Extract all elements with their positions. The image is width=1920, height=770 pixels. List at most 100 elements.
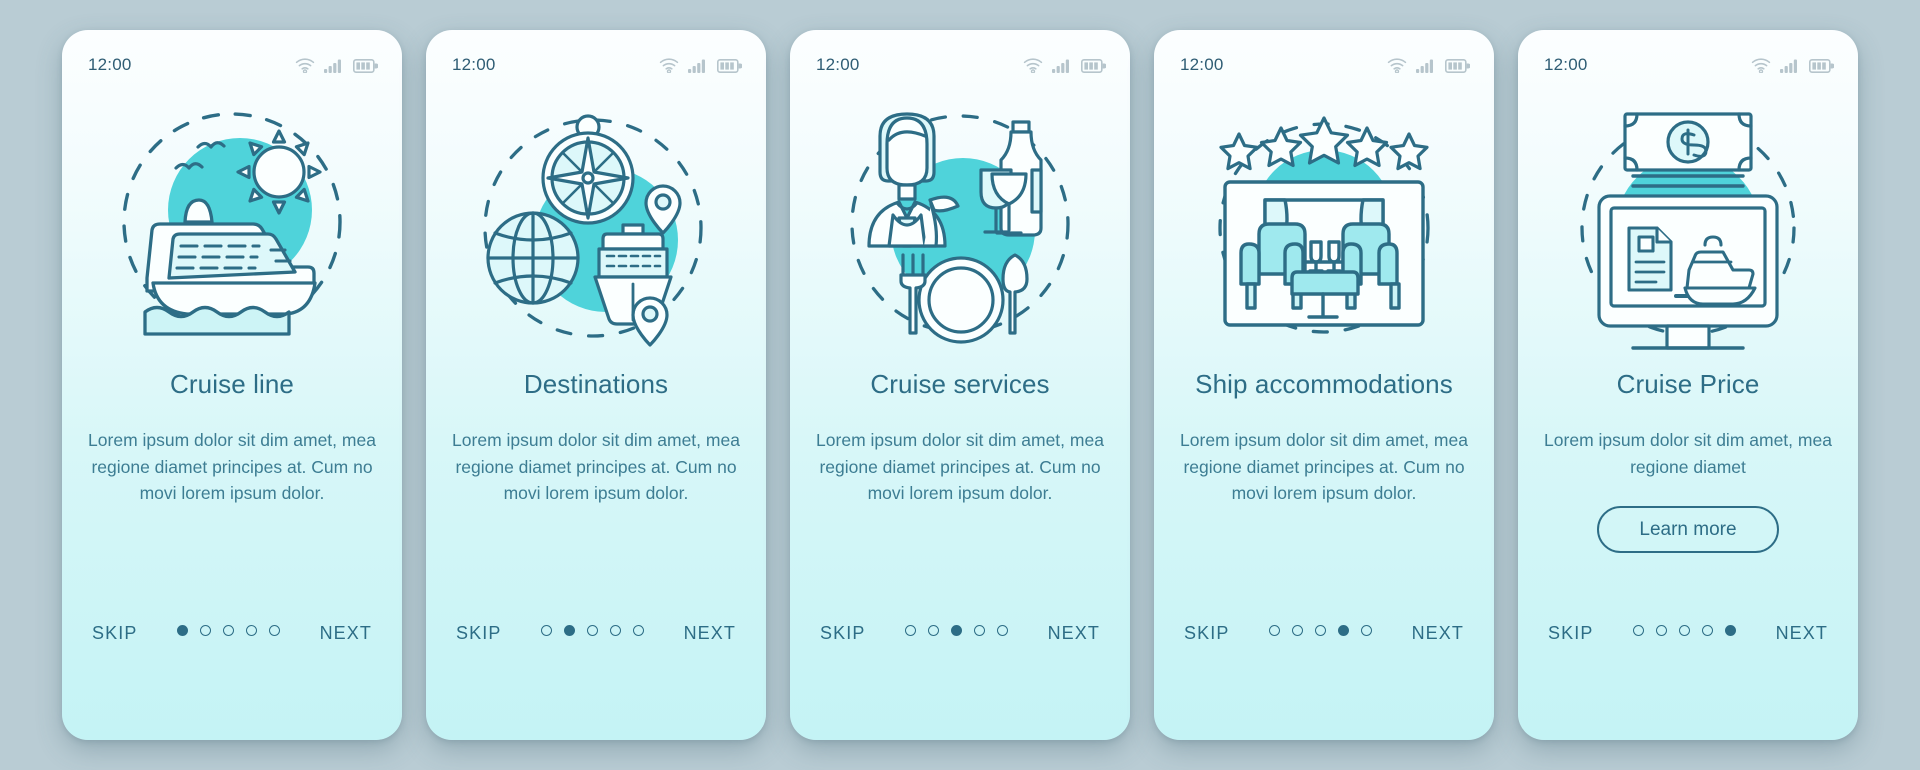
pagination-dot[interactable] xyxy=(997,625,1008,636)
pagination-dot[interactable] xyxy=(974,625,985,636)
pagination-dot[interactable] xyxy=(1679,625,1690,636)
onboarding-screen-destinations: 12:00 Destinations Lorem ipsum dolor sit… xyxy=(426,30,766,740)
battery-icon xyxy=(717,58,742,73)
status-bar-icons xyxy=(1023,57,1106,73)
pagination-dot[interactable] xyxy=(1633,625,1644,636)
screen-copy: Cruise Price Lorem ipsum dolor sit dim a… xyxy=(1518,362,1858,608)
pagination-dot[interactable] xyxy=(1269,625,1280,636)
onboarding-screen-cruise-services: 12:00 Cruise services Lorem ipsum dolor … xyxy=(790,30,1130,740)
battery-icon xyxy=(1081,58,1106,73)
pagination-dot[interactable] xyxy=(633,625,644,636)
page-title: Cruise line xyxy=(170,369,294,399)
waitress-dinner-wine-illustration xyxy=(790,82,1130,362)
page-description: Lorem ipsum dolor sit dim amet, mea regi… xyxy=(816,430,1104,504)
pagination-dots xyxy=(1269,622,1372,636)
pagination-dots xyxy=(177,622,280,636)
skip-button[interactable]: SKIP xyxy=(456,622,501,644)
pagination-dot[interactable] xyxy=(1338,625,1349,636)
skip-button[interactable]: SKIP xyxy=(820,622,865,644)
onboarding-screen-ship-accommodations: 12:00 Ship accommodations Lorem ipsum do… xyxy=(1154,30,1494,740)
money-monitor-booking-illustration xyxy=(1518,82,1858,362)
wifi-icon xyxy=(1023,57,1043,73)
onboarding-footer: SKIP NEXT xyxy=(426,608,766,740)
pagination-dot[interactable] xyxy=(200,625,211,636)
onboarding-footer: SKIP NEXT xyxy=(790,608,1130,740)
next-button[interactable]: NEXT xyxy=(1048,622,1100,644)
pagination-dot[interactable] xyxy=(928,625,939,636)
status-bar-icons xyxy=(295,57,378,73)
learn-more-button[interactable]: Learn more xyxy=(1597,506,1779,554)
next-button[interactable]: NEXT xyxy=(684,622,736,644)
wifi-icon xyxy=(659,57,679,73)
pagination-dot[interactable] xyxy=(541,625,552,636)
pagination-dot[interactable] xyxy=(1361,625,1372,636)
status-bar: 12:00 xyxy=(790,30,1130,82)
pagination-dot[interactable] xyxy=(1292,625,1303,636)
skip-button[interactable]: SKIP xyxy=(1548,622,1593,644)
pagination-dot[interactable] xyxy=(610,625,621,636)
screen-copy: Cruise line Lorem ipsum dolor sit dim am… xyxy=(62,362,402,608)
skip-button[interactable]: SKIP xyxy=(92,622,137,644)
page-description: Lorem ipsum dolor sit dim amet, mea regi… xyxy=(452,430,740,504)
onboarding-footer: SKIP NEXT xyxy=(1518,608,1858,740)
status-bar-icons xyxy=(659,57,742,73)
wifi-icon xyxy=(1751,57,1771,73)
cellular-signal-icon xyxy=(1052,59,1072,73)
battery-icon xyxy=(1809,58,1834,73)
status-bar-clock: 12:00 xyxy=(1180,55,1224,74)
cellular-signal-icon xyxy=(324,59,344,73)
pagination-dot[interactable] xyxy=(177,625,188,636)
status-bar: 12:00 xyxy=(62,30,402,82)
pagination-dots xyxy=(905,622,1008,636)
pagination-dot[interactable] xyxy=(246,625,257,636)
five-stars-lounge-illustration xyxy=(1154,82,1494,362)
page-title: Ship accommodations xyxy=(1195,369,1453,399)
onboarding-footer: SKIP NEXT xyxy=(1154,608,1494,740)
status-bar-clock: 12:00 xyxy=(1544,55,1588,74)
page-title: Cruise Price xyxy=(1616,369,1760,399)
status-bar-clock: 12:00 xyxy=(816,55,860,74)
pagination-dot[interactable] xyxy=(269,625,280,636)
next-button[interactable]: NEXT xyxy=(1776,622,1828,644)
pagination-dot[interactable] xyxy=(564,625,575,636)
page-description: Lorem ipsum dolor sit dim amet, mea regi… xyxy=(88,430,376,504)
cellular-signal-icon xyxy=(1780,59,1800,73)
wifi-icon xyxy=(295,57,315,73)
onboarding-screens-stage: 12:00 Cruise line Lorem ipsum dolor sit … xyxy=(0,0,1920,770)
pagination-dot[interactable] xyxy=(223,625,234,636)
cellular-signal-icon xyxy=(1416,59,1436,73)
pagination-dots xyxy=(541,622,644,636)
pagination-dots xyxy=(1633,622,1736,636)
cruise-ship-sun-illustration xyxy=(62,82,402,362)
page-description: Lorem ipsum dolor sit dim amet, mea regi… xyxy=(1180,430,1468,504)
pagination-dot[interactable] xyxy=(951,625,962,636)
pagination-dot[interactable] xyxy=(1315,625,1326,636)
status-bar: 12:00 xyxy=(426,30,766,82)
screen-copy: Ship accommodations Lorem ipsum dolor si… xyxy=(1154,362,1494,608)
status-bar: 12:00 xyxy=(1518,30,1858,82)
next-button[interactable]: NEXT xyxy=(1412,622,1464,644)
page-title: Destinations xyxy=(523,369,669,399)
pagination-dot[interactable] xyxy=(1702,625,1713,636)
page-title: Cruise services xyxy=(870,369,1050,399)
onboarding-footer: SKIP NEXT xyxy=(62,608,402,740)
screen-copy: Destinations Lorem ipsum dolor sit dim a… xyxy=(426,362,766,608)
screen-copy: Cruise services Lorem ipsum dolor sit di… xyxy=(790,362,1130,608)
status-bar: 12:00 xyxy=(1154,30,1494,82)
pagination-dot[interactable] xyxy=(1725,625,1736,636)
battery-icon xyxy=(353,58,378,73)
pagination-dot[interactable] xyxy=(1656,625,1667,636)
pagination-dot[interactable] xyxy=(587,625,598,636)
status-bar-icons xyxy=(1387,57,1470,73)
battery-icon xyxy=(1445,58,1470,73)
onboarding-screen-cruise-price: 12:00 Cruise Price Lorem ipsum dolor sit… xyxy=(1518,30,1858,740)
wifi-icon xyxy=(1387,57,1407,73)
pagination-dot[interactable] xyxy=(905,625,916,636)
cellular-signal-icon xyxy=(688,59,708,73)
status-bar-clock: 12:00 xyxy=(452,55,496,74)
page-description: Lorem ipsum dolor sit dim amet, mea regi… xyxy=(1544,430,1832,477)
next-button[interactable]: NEXT xyxy=(320,622,372,644)
status-bar-icons xyxy=(1751,57,1834,73)
compass-globe-ship-pins-illustration xyxy=(426,82,766,362)
skip-button[interactable]: SKIP xyxy=(1184,622,1229,644)
